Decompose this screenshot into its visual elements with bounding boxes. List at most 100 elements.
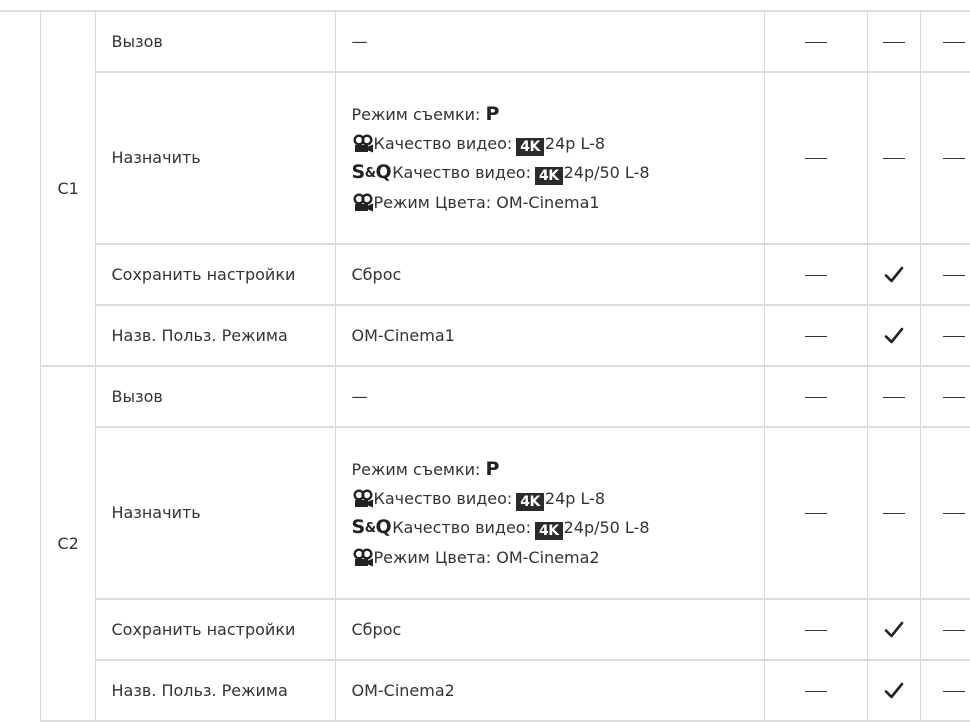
col-b-cell xyxy=(866,244,921,306)
program-mode-letter: P xyxy=(485,457,500,480)
dash-mark xyxy=(804,690,827,692)
dash-mark xyxy=(943,690,965,692)
sq-s-letter: S xyxy=(351,515,366,538)
assign-details-cell: Режим съемки: P Качество видео: 4K 24p L-8… xyxy=(334,427,765,600)
video-quality-line: Качество видео: 4K 24p L-8 xyxy=(352,484,748,513)
col-c-cell xyxy=(919,11,970,73)
group-label-c1: C1 xyxy=(39,11,96,367)
table-row: C1 Вызов — xyxy=(0,11,970,721)
sq-icon: S&Q xyxy=(352,516,392,538)
dash-mark xyxy=(804,41,827,43)
col-b-cell xyxy=(866,305,921,367)
sq-ampersand: & xyxy=(364,520,376,536)
4k-badge: 4K xyxy=(534,166,563,185)
col-b-cell xyxy=(866,72,921,245)
col-a-cell xyxy=(763,305,868,367)
col-a-cell xyxy=(763,244,868,306)
left-margin xyxy=(0,11,41,721)
shooting-mode-line: Режим съемки: P xyxy=(352,100,748,129)
col-a-cell xyxy=(763,72,868,245)
movie-camera-icon xyxy=(352,489,373,508)
sq-q-letter: Q xyxy=(375,160,392,183)
col-b-cell xyxy=(866,427,921,600)
action-cell: Вызов xyxy=(94,11,336,73)
program-mode-letter: P xyxy=(485,102,500,125)
col-a-cell xyxy=(763,427,868,600)
col-b-cell xyxy=(866,660,921,722)
dash-mark xyxy=(882,41,905,43)
col-c-cell xyxy=(919,660,970,722)
col-a-cell xyxy=(763,599,868,661)
color-mode-value: Режим Цвета: OM-Cinema1 xyxy=(373,192,600,212)
sq-s-letter: S xyxy=(351,160,366,183)
dash-mark xyxy=(882,396,905,398)
sq-quality-value: 24p/50 L-8 xyxy=(563,517,650,537)
dash-mark xyxy=(943,41,965,43)
col-a-cell xyxy=(763,11,868,73)
color-mode-line: Режим Цвета: OM-Cinema2 xyxy=(352,543,748,572)
col-b-cell xyxy=(866,366,921,428)
table-row: Назначить Режим съемки: P Качество видео… xyxy=(0,72,970,245)
col-a-cell xyxy=(763,366,868,428)
col-c-cell xyxy=(919,72,970,245)
dash-mark xyxy=(943,274,965,276)
color-mode-value: Режим Цвета: OM-Cinema2 xyxy=(373,547,600,567)
sq-quality-label: Качество видео: xyxy=(392,517,531,537)
video-quality-label: Качество видео: xyxy=(373,488,513,508)
col-b-cell xyxy=(866,11,921,73)
sq-q-letter: Q xyxy=(375,515,392,538)
checkmark-icon xyxy=(884,266,903,283)
col-c-cell xyxy=(919,244,970,306)
action-cell: Вызов xyxy=(94,366,336,428)
movie-camera-icon xyxy=(352,134,373,153)
action-cell: Назв. Польз. Режима xyxy=(94,660,336,722)
dash-mark xyxy=(943,513,965,514)
action-cell: Назначить xyxy=(94,72,336,245)
dash-mark xyxy=(804,335,827,337)
4k-badge: 4K xyxy=(516,492,544,511)
dash-mark xyxy=(943,629,965,631)
checkmark-icon xyxy=(884,327,903,344)
dash-mark xyxy=(804,513,827,514)
assign-details-cell: Режим съемки: P Качество видео: 4K 24p L-8… xyxy=(334,72,765,245)
custom-mode-settings-table: C1 Вызов — Назначить Режим съемки: P Кач… xyxy=(0,10,970,722)
table-row: C2 Вызов — xyxy=(0,366,970,722)
col-a-cell xyxy=(763,660,868,722)
value-cell: Сброс xyxy=(334,599,765,661)
value-cell: OM-Cinema1 xyxy=(334,305,765,367)
value-cell: — xyxy=(334,366,765,428)
movie-camera-icon xyxy=(352,548,373,567)
col-b-cell xyxy=(866,599,921,661)
checkmark-icon xyxy=(884,682,903,699)
dash-mark xyxy=(943,396,965,398)
video-quality-value: 24p L-8 xyxy=(544,488,606,508)
action-cell: Сохранить настройки xyxy=(94,244,336,306)
4k-badge: 4K xyxy=(534,521,563,540)
video-quality-line: Качество видео: 4K 24p L-8 xyxy=(352,129,748,158)
col-c-cell xyxy=(919,427,970,600)
col-c-cell xyxy=(919,305,970,367)
group-label-c2: C2 xyxy=(39,366,96,722)
dash-mark xyxy=(804,158,827,159)
dash-mark xyxy=(804,396,827,398)
action-cell: Назв. Польз. Режима xyxy=(94,305,336,367)
shooting-mode-line: Режим съемки: P xyxy=(352,455,748,484)
value-cell: Сброс xyxy=(334,244,765,306)
movie-camera-icon xyxy=(352,193,373,212)
dash-mark xyxy=(882,513,905,514)
4k-badge: 4K xyxy=(516,137,544,156)
dash-mark xyxy=(943,158,965,159)
sq-quality-value: 24p/50 L-8 xyxy=(563,162,650,182)
action-cell: Назначить xyxy=(94,427,336,600)
shooting-mode-label: Режим съемки: xyxy=(351,459,481,479)
color-mode-line: Режим Цвета: OM-Cinema1 xyxy=(352,188,748,217)
dash-mark xyxy=(943,335,965,337)
action-cell: Сохранить настройки xyxy=(94,599,336,661)
video-quality-value: 24p L-8 xyxy=(544,133,606,153)
sq-quality-label: Качество видео: xyxy=(392,162,531,182)
col-c-cell xyxy=(919,366,970,428)
checkmark-icon xyxy=(884,621,903,638)
sq-icon: S&Q xyxy=(352,161,392,183)
dash-mark xyxy=(804,629,827,631)
shooting-mode-label: Режим съемки: xyxy=(351,104,481,124)
